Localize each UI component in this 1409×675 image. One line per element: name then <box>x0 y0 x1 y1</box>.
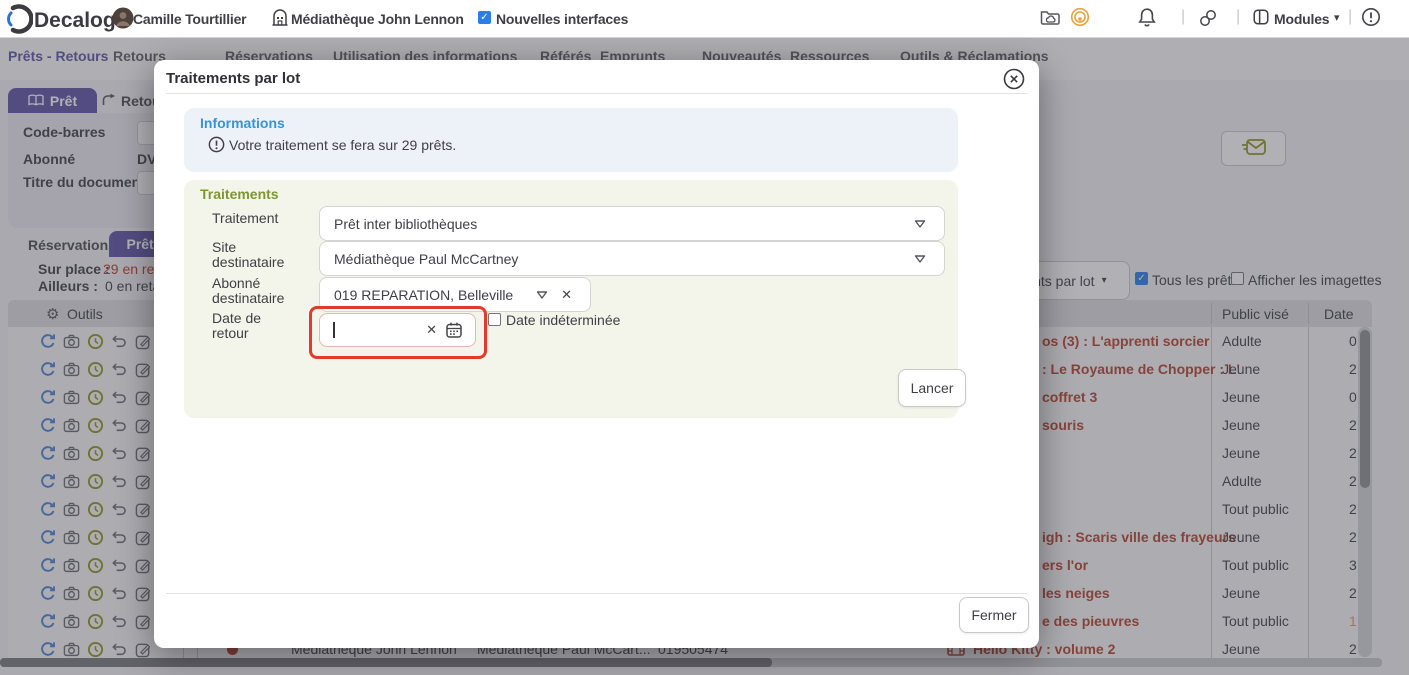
modules-icon <box>1252 8 1270 29</box>
fermer-button-label: Fermer <box>971 607 1016 623</box>
chevron-down-icon <box>914 254 926 263</box>
divider: | <box>1181 8 1185 26</box>
folder-cloud-icon[interactable] <box>1040 8 1061 29</box>
current-site[interactable]: Médiathèque John Lennon <box>291 11 464 27</box>
caret-down-icon: ▾ <box>1334 11 1340 24</box>
chevron-down-icon <box>914 219 926 228</box>
date-retour-label: Date de retour <box>212 311 290 341</box>
topbar: Decalog Camille Tourtillier Médiathèque … <box>0 0 1409 38</box>
date-indeterminee-checkbox[interactable] <box>488 313 501 326</box>
traitement-label: Traitement <box>212 211 290 226</box>
calendar-icon[interactable] <box>445 321 463 339</box>
info-text: Votre traitement se fera sur 29 prêts. <box>229 137 456 153</box>
new-interfaces-label: Nouvelles interfaces <box>496 11 628 27</box>
new-interfaces-checkbox[interactable]: ✓ <box>478 11 491 24</box>
decalog-logo-text: Decalog <box>34 9 116 33</box>
abonne-destinataire-label: Abonné destinataire <box>212 276 290 306</box>
abonne-destinataire-select[interactable]: 019 REPARATION, Belleville ✕ <box>319 277 591 312</box>
date-indeterminee-label: Date indéterminée <box>506 312 620 328</box>
app: Decalog Camille Tourtillier Médiathèque … <box>0 0 1409 675</box>
modal-title: Traitements par lot <box>166 70 300 87</box>
abonne-destinataire-value: 019 REPARATION, Belleville <box>334 287 513 303</box>
date-retour-input[interactable]: ✕ <box>319 313 476 347</box>
batch-treatments-modal: Traitements par lot Informations Votre t… <box>154 60 1039 648</box>
traitement-value: Prêt inter bibliothèques <box>334 216 477 232</box>
site-destinataire-select[interactable]: Médiathèque Paul McCartney <box>319 241 945 276</box>
site-destinataire-value: Médiathèque Paul McCartney <box>334 251 518 267</box>
traitement-select[interactable]: Prêt inter bibliothèques <box>319 206 945 241</box>
treatments-heading: Traitements <box>200 186 279 202</box>
divider: | <box>1236 8 1240 26</box>
decalog-logo: Decalog <box>3 4 116 37</box>
current-user[interactable]: Camille Tourtillier <box>133 11 246 27</box>
clear-x-icon[interactable]: ✕ <box>426 322 437 338</box>
lancer-button[interactable]: Lancer <box>898 369 966 407</box>
divider: | <box>1348 8 1352 26</box>
hotspot-icon[interactable] <box>1070 7 1090 30</box>
lancer-button-label: Lancer <box>911 380 954 396</box>
link-icon[interactable] <box>1198 8 1218 31</box>
chevron-down-icon <box>536 290 548 299</box>
close-icon[interactable] <box>1003 68 1025 93</box>
notifications-bell-icon[interactable] <box>1137 7 1157 31</box>
info-circle-icon <box>208 136 225 156</box>
fermer-button[interactable]: Fermer <box>959 597 1029 633</box>
treatments-panel: Traitements Traitement Prêt inter biblio… <box>184 180 958 418</box>
avatar[interactable] <box>112 7 134 32</box>
modules-menu[interactable]: Modules <box>1274 11 1329 27</box>
decalog-logo-icon <box>3 4 33 37</box>
text-caret <box>333 322 335 338</box>
clear-x-icon[interactable]: ✕ <box>561 287 572 303</box>
help-info-icon[interactable] <box>1361 7 1381 30</box>
info-heading: Informations <box>200 115 285 131</box>
site-destinataire-label: Site destinataire <box>212 240 290 270</box>
building-icon <box>271 9 289 30</box>
info-panel: Informations Votre traitement se fera su… <box>184 108 958 172</box>
